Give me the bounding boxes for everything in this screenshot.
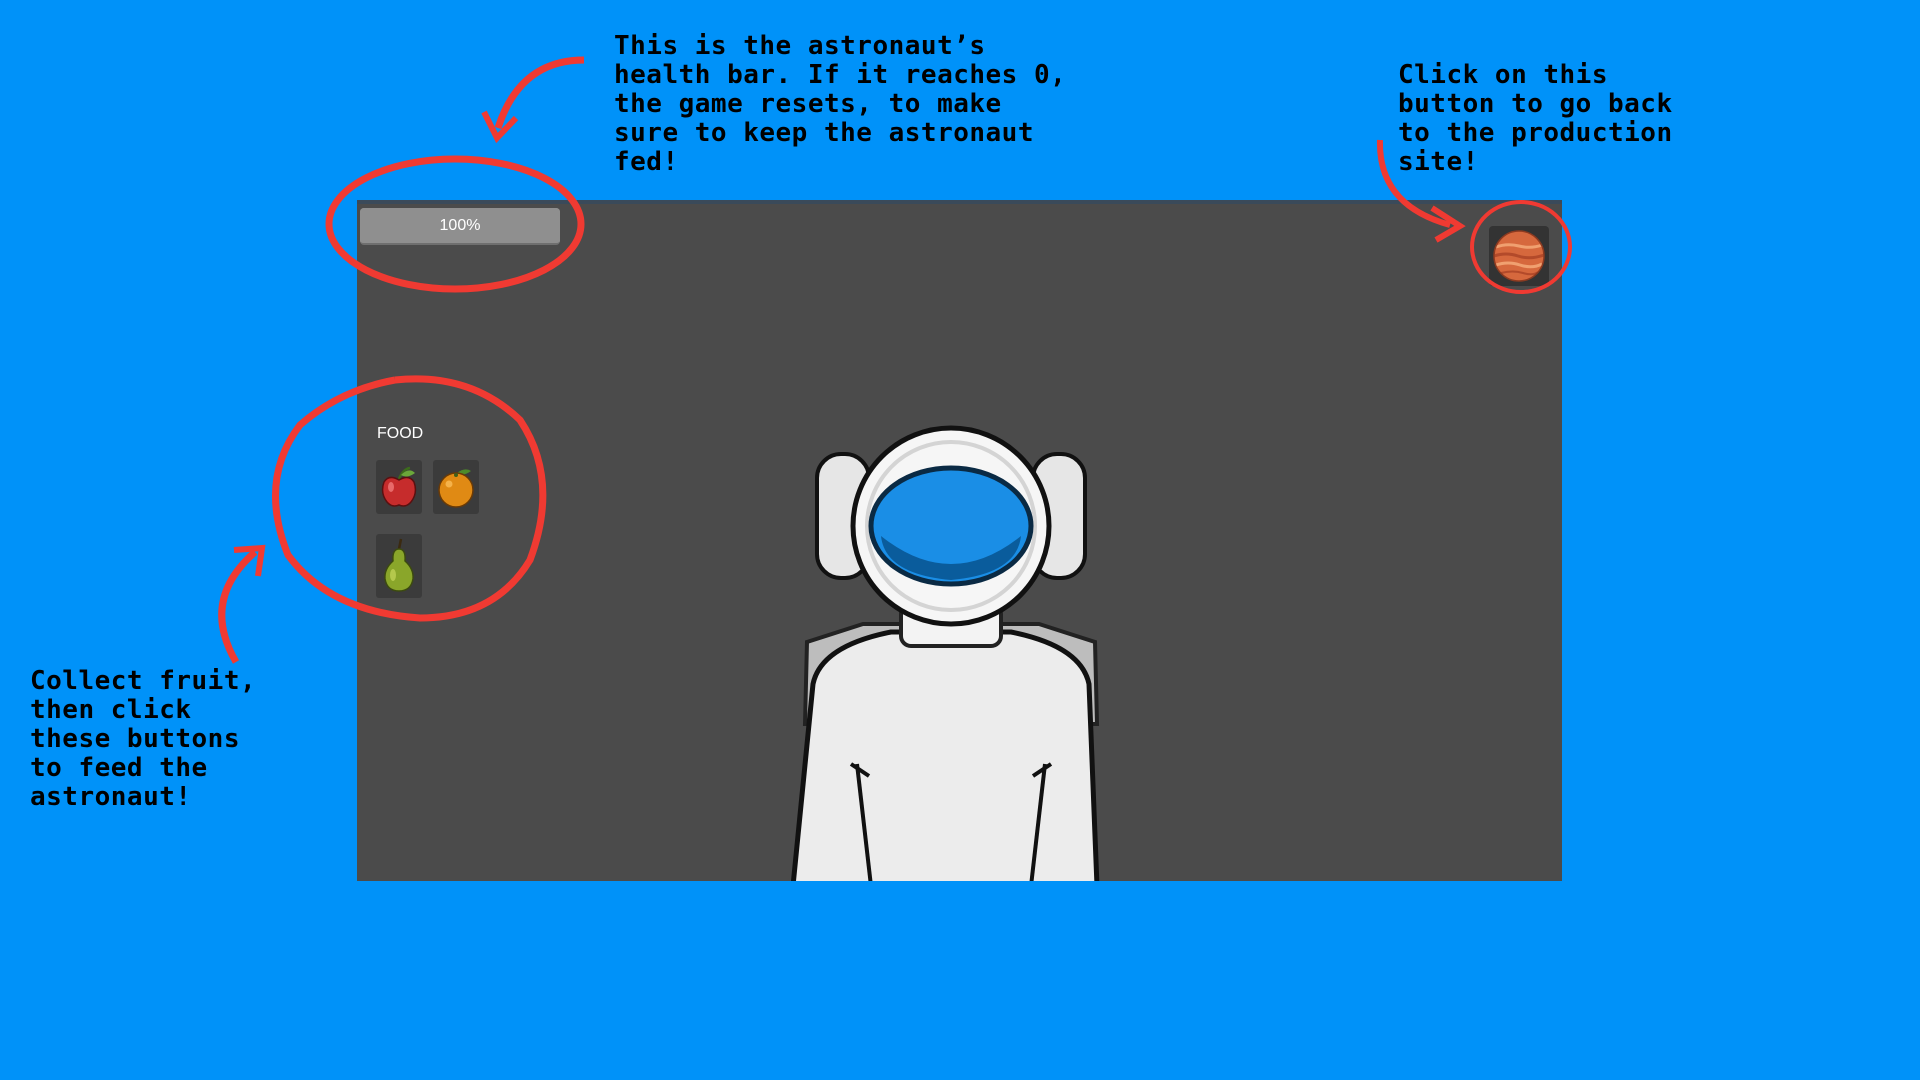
health-bar-label: 100% bbox=[439, 216, 481, 234]
health-bar-annotation: This is the astronaut’s health bar. If i… bbox=[614, 31, 1067, 177]
food-buttons-annotation: Collect fruit, then click these buttons … bbox=[30, 666, 257, 812]
food-label: FOOD bbox=[377, 425, 424, 442]
feed-orange-button[interactable] bbox=[433, 460, 479, 514]
health-arrow bbox=[494, 56, 585, 130]
apple-icon bbox=[381, 466, 417, 507]
food-arrow-head bbox=[233, 544, 266, 577]
planet-button-annotation: Click on this button to go back to the p… bbox=[1398, 60, 1673, 177]
health-arrow-head bbox=[481, 110, 519, 144]
planet-icon bbox=[1493, 230, 1545, 282]
health-bar: 100% bbox=[360, 208, 560, 245]
astronaut bbox=[790, 425, 1100, 881]
food-arrow bbox=[218, 549, 258, 664]
pear-icon bbox=[384, 538, 414, 592]
game-screen: 100% FOOD bbox=[357, 200, 1562, 881]
orange-icon bbox=[438, 469, 474, 508]
feed-pear-button[interactable] bbox=[376, 534, 422, 598]
feed-apple-button[interactable] bbox=[376, 460, 422, 514]
production-site-button[interactable] bbox=[1489, 226, 1549, 286]
